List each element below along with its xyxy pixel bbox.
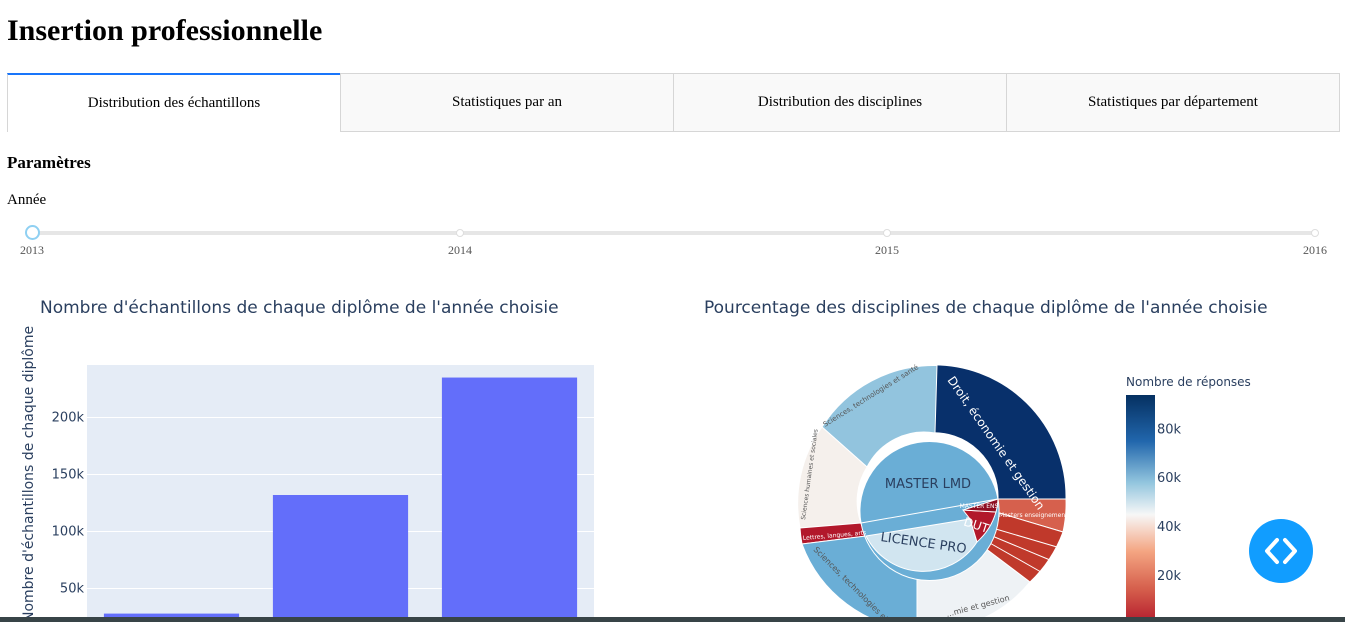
bar-ytick-label: 50k xyxy=(60,582,85,597)
sunburst-label-masters-enseignement: Masters enseignement xyxy=(999,512,1068,519)
bar-ytick-label: 100k xyxy=(52,524,85,539)
slider-mark-2014[interactable]: 2014 xyxy=(448,243,472,258)
slider-mark-2016[interactable]: 2016 xyxy=(1303,243,1327,258)
tab-distribution-disciplines[interactable]: Distribution des disciplines xyxy=(673,73,1007,132)
sunburst-chart: MASTER LMD LICENCE PRO DUT MASTER ENS Dr… xyxy=(797,363,1251,622)
year-label: Année xyxy=(7,192,47,208)
bottom-bar xyxy=(0,617,1345,622)
colorbar-tick-label: 20k xyxy=(1157,569,1182,584)
tab-distribution-echantillons[interactable]: Distribution des échantillons xyxy=(7,73,341,132)
slider-mark-2015[interactable]: 2015 xyxy=(875,243,899,258)
bar-ytick-label: 150k xyxy=(52,467,85,482)
bar-2[interactable] xyxy=(272,495,409,622)
year-slider-track[interactable] xyxy=(32,231,1315,235)
tab-statistiques-par-an[interactable]: Statistiques par an xyxy=(340,73,674,132)
tab-statistiques-par-departement[interactable]: Statistiques par département xyxy=(1006,73,1340,132)
slider-dot-2014[interactable] xyxy=(456,229,464,237)
parameters-heading: Paramètres xyxy=(7,153,91,172)
slider-dot-2016[interactable] xyxy=(1311,229,1319,237)
code-toggle-button[interactable] xyxy=(1249,519,1313,583)
bar-3[interactable] xyxy=(441,377,578,622)
colorbar-title: Nombre de réponses xyxy=(1126,375,1251,389)
code-brackets-icon xyxy=(1265,538,1297,564)
sunburst-label-master-ens: MASTER ENS xyxy=(960,503,999,510)
sunburst-label-master-lmd: MASTER LMD xyxy=(885,477,971,492)
colorbar-tick-label: 60k xyxy=(1157,471,1182,486)
colorbar xyxy=(1126,395,1155,622)
slider-mark-2013[interactable]: 2013 xyxy=(20,243,44,258)
slider-dot-2015[interactable] xyxy=(883,229,891,237)
colorbar-tick-label: 40k xyxy=(1157,520,1182,535)
bar-chart: 50k 100k 150k 200k Nombre d'échantillons de… xyxy=(21,326,594,622)
bar-chart-ylabel: Nombre d'échantillons de chaque diplôme xyxy=(21,326,37,622)
bar-ytick-label: 200k xyxy=(52,410,85,425)
page-title: Insertion professionnelle xyxy=(7,14,323,47)
year-slider-handle[interactable] xyxy=(25,225,40,240)
tabs: Distribution des échantillons Statistiqu… xyxy=(7,73,1340,132)
colorbar-tick-label: 80k xyxy=(1157,422,1182,437)
